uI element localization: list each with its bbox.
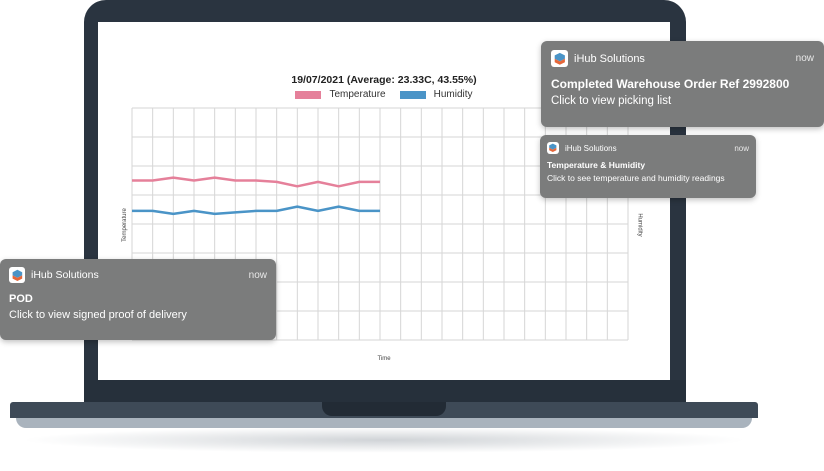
x-axis-label: Time — [377, 356, 391, 362]
ihub-logo-icon — [547, 142, 559, 154]
notification-title: POD — [9, 293, 33, 305]
notification-app-name: iHub Solutions — [574, 52, 645, 65]
notification-pod[interactable]: iHub Solutions now POD Click to view sig… — [0, 259, 276, 340]
ihub-logo-icon — [551, 50, 568, 67]
laptop-notch — [322, 402, 446, 416]
notification-temperature-humidity[interactable]: iHub Solutions now Temperature & Humidit… — [540, 135, 756, 198]
notification-warehouse-order[interactable]: iHub Solutions now Completed Warehouse O… — [541, 41, 824, 127]
laptop-base-edge — [16, 418, 752, 428]
notification-title: Completed Warehouse Order Ref 2992800 — [551, 77, 790, 91]
laptop-bezel — [84, 380, 686, 402]
notification-time: now — [795, 53, 814, 64]
notification-body: Click to view picking list — [551, 95, 672, 107]
laptop-shadow — [20, 427, 748, 453]
notification-body: Click to see temperature and humidity re… — [547, 173, 725, 183]
notification-time: now — [248, 269, 267, 281]
notification-body: Click to view signed proof of delivery — [9, 309, 187, 321]
notification-time: now — [734, 143, 749, 153]
y-axis-label-left: Temperature — [121, 208, 128, 242]
y-axis-label-right: Humidity — [636, 213, 643, 237]
notification-app-name: iHub Solutions — [31, 269, 99, 281]
notification-title: Temperature & Humidity — [547, 160, 646, 170]
notification-app-name: iHub Solutions — [565, 143, 617, 153]
ihub-logo-icon — [9, 267, 25, 283]
